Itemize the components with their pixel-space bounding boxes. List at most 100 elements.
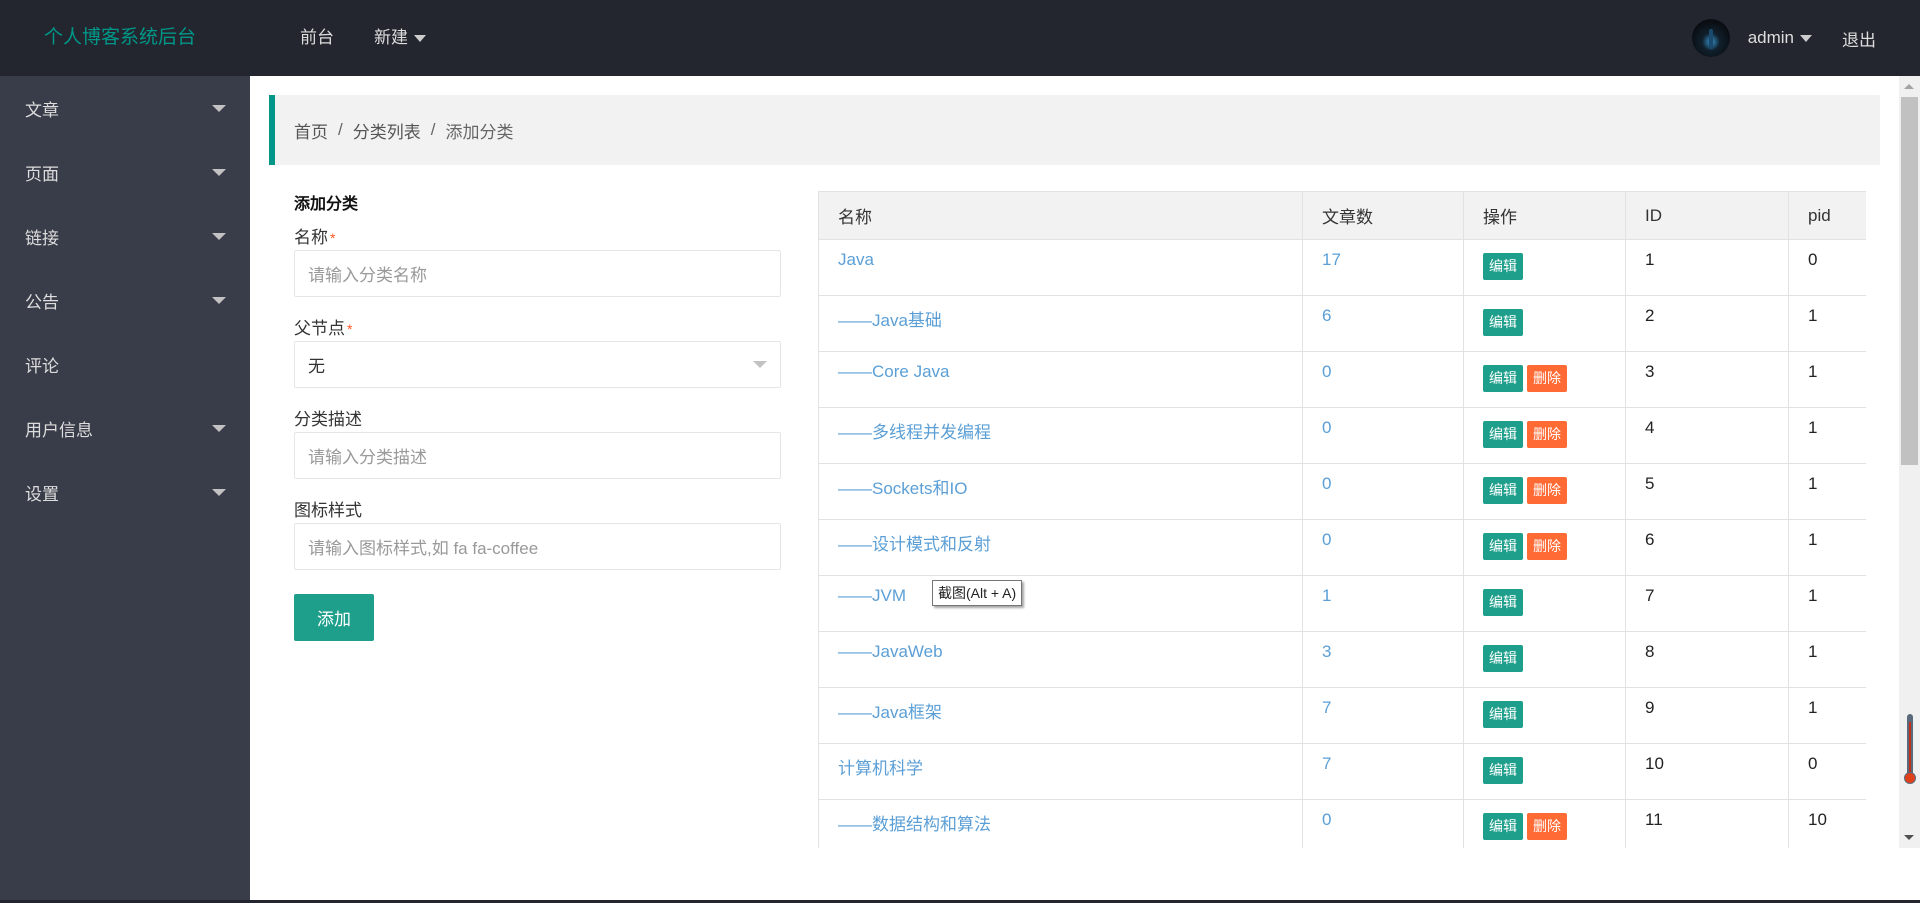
table-row: ——JavaWeb 3 编辑 8 1: [818, 631, 1866, 688]
category-name-link[interactable]: ——Java框架: [838, 703, 942, 722]
icon-style-input-placeholder: 请输入图标样式,如 fa fa-coffee: [308, 539, 539, 558]
name-input[interactable]: 请输入分类名称: [294, 250, 781, 297]
category-name-link[interactable]: ——设计模式和反射: [838, 535, 991, 554]
delete-button[interactable]: 删除: [1527, 421, 1567, 448]
chevron-down-icon: [753, 361, 767, 368]
category-name-link[interactable]: ——数据结构和算法: [838, 815, 991, 834]
sidebar-item-pages[interactable]: 页面: [0, 140, 250, 204]
cell-name: ——Java基础: [818, 295, 1303, 352]
edit-button[interactable]: 编辑: [1483, 253, 1523, 280]
edit-button[interactable]: 编辑: [1483, 589, 1523, 616]
nav-new[interactable]: 新建: [354, 0, 446, 76]
category-name-link[interactable]: ——JavaWeb: [838, 642, 943, 661]
cell-id: 11: [1625, 799, 1789, 848]
cell-name: Java: [818, 239, 1303, 296]
form-title: 添加分类: [294, 196, 359, 213]
sidebar-item-comments[interactable]: 评论: [0, 332, 250, 396]
nav-frontend-label: 前台: [300, 28, 334, 47]
scroll-down-arrow-icon[interactable]: [1904, 835, 1914, 840]
article-count-link[interactable]: 7: [1322, 754, 1331, 773]
edit-button[interactable]: 编辑: [1483, 421, 1523, 448]
table-row: Java 17 编辑 1 0: [818, 239, 1866, 296]
user-menu[interactable]: admin: [1748, 28, 1812, 48]
logout-link[interactable]: 退出: [1842, 26, 1876, 51]
sidebar: 文章 页面 链接 公告 评论 用户信息 设置: [0, 76, 250, 900]
cell-actions: 编辑: [1463, 687, 1626, 744]
breadcrumb-category-list[interactable]: 分类列表: [353, 118, 421, 143]
sidebar-item-user-info[interactable]: 用户信息: [0, 396, 250, 460]
article-count-link[interactable]: 0: [1322, 362, 1331, 381]
sidebar-item-label: 页面: [25, 164, 59, 184]
edit-button[interactable]: 编辑: [1483, 701, 1523, 728]
cell-pid: 1: [1788, 687, 1866, 744]
category-name-link[interactable]: 计算机科学: [838, 759, 923, 778]
cell-count: 6: [1302, 295, 1464, 352]
cell-id: 4: [1625, 407, 1789, 464]
cell-id: 6: [1625, 519, 1789, 576]
user-name: admin: [1747, 28, 1794, 47]
scrollbar-thumb[interactable]: [1901, 97, 1918, 465]
cell-pid: 0: [1788, 743, 1866, 800]
article-count-link[interactable]: 0: [1322, 474, 1331, 493]
scroll-up-arrow-icon[interactable]: [1904, 84, 1914, 89]
article-count-link[interactable]: 6: [1322, 306, 1331, 325]
description-input[interactable]: 请输入分类描述: [294, 432, 781, 479]
edit-button[interactable]: 编辑: [1483, 813, 1523, 840]
delete-button[interactable]: 删除: [1527, 365, 1567, 392]
article-count-link[interactable]: 1: [1322, 586, 1331, 605]
parent-label: 父节点 *: [294, 317, 781, 341]
top-header: 个人博客系统后台 前台 新建 admin 退出: [0, 0, 1920, 76]
category-name-link[interactable]: Java: [838, 250, 874, 269]
article-count-link[interactable]: 0: [1322, 418, 1331, 437]
table-row: ——Sockets和IO 0 编辑 删除 5 1: [818, 463, 1866, 520]
article-count-link[interactable]: 7: [1322, 698, 1331, 717]
delete-button[interactable]: 删除: [1527, 813, 1567, 840]
cell-count: 7: [1302, 743, 1464, 800]
nav-frontend[interactable]: 前台: [280, 0, 354, 76]
category-name-link[interactable]: ——Core Java: [838, 362, 949, 381]
article-count-link[interactable]: 3: [1322, 642, 1331, 661]
sidebar-item-links[interactable]: 链接: [0, 204, 250, 268]
article-count-link[interactable]: 17: [1322, 250, 1341, 269]
app-logo[interactable]: 个人博客系统后台: [44, 0, 196, 76]
category-name-link[interactable]: ——Java基础: [838, 311, 942, 330]
delete-button[interactable]: 删除: [1527, 477, 1567, 504]
edit-button[interactable]: 编辑: [1483, 533, 1523, 560]
column-header-pid: pid: [1788, 191, 1866, 240]
cell-count: 0: [1302, 351, 1464, 408]
article-count-link[interactable]: 0: [1322, 810, 1331, 829]
breadcrumb: 首页 / 分类列表 / 添加分类: [269, 95, 1880, 165]
table-row: ——数据结构和算法 0 编辑 删除 11 10: [818, 799, 1866, 848]
table-row: ——Core Java 0 编辑 删除 3 1: [818, 351, 1866, 408]
description-input-placeholder: 请输入分类描述: [308, 448, 427, 467]
add-button[interactable]: 添加: [294, 594, 374, 641]
cell-actions: 编辑 删除: [1463, 799, 1626, 848]
edit-button[interactable]: 编辑: [1483, 645, 1523, 672]
edit-button[interactable]: 编辑: [1483, 309, 1523, 336]
cell-name: ——JVM: [818, 575, 1303, 632]
cell-count: 17: [1302, 239, 1464, 296]
breadcrumb-home[interactable]: 首页: [294, 118, 328, 143]
edit-button[interactable]: 编辑: [1483, 757, 1523, 784]
cell-name: ——JavaWeb: [818, 631, 1303, 688]
category-name-link[interactable]: ——Sockets和IO: [838, 479, 967, 498]
cell-actions: 编辑: [1463, 295, 1626, 352]
icon-style-input[interactable]: 请输入图标样式,如 fa fa-coffee: [294, 523, 781, 570]
edit-button[interactable]: 编辑: [1483, 477, 1523, 504]
cell-count: 0: [1302, 519, 1464, 576]
category-name-link[interactable]: ——JVM: [838, 586, 906, 605]
cell-id: 2: [1625, 295, 1789, 352]
top-nav: 前台 新建: [280, 0, 446, 76]
sidebar-item-articles[interactable]: 文章: [0, 76, 250, 140]
sidebar-item-settings[interactable]: 设置: [0, 460, 250, 524]
cell-pid: 1: [1788, 351, 1866, 408]
category-name-link[interactable]: ——多线程并发编程: [838, 423, 991, 442]
article-count-link[interactable]: 0: [1322, 530, 1331, 549]
delete-button[interactable]: 删除: [1527, 533, 1567, 560]
avatar[interactable]: [1691, 19, 1730, 57]
chevron-down-icon: [212, 232, 226, 240]
edit-button[interactable]: 编辑: [1483, 365, 1523, 392]
parent-select[interactable]: 无: [294, 341, 781, 388]
nav-new-label: 新建: [374, 28, 408, 47]
sidebar-item-notices[interactable]: 公告: [0, 268, 250, 332]
